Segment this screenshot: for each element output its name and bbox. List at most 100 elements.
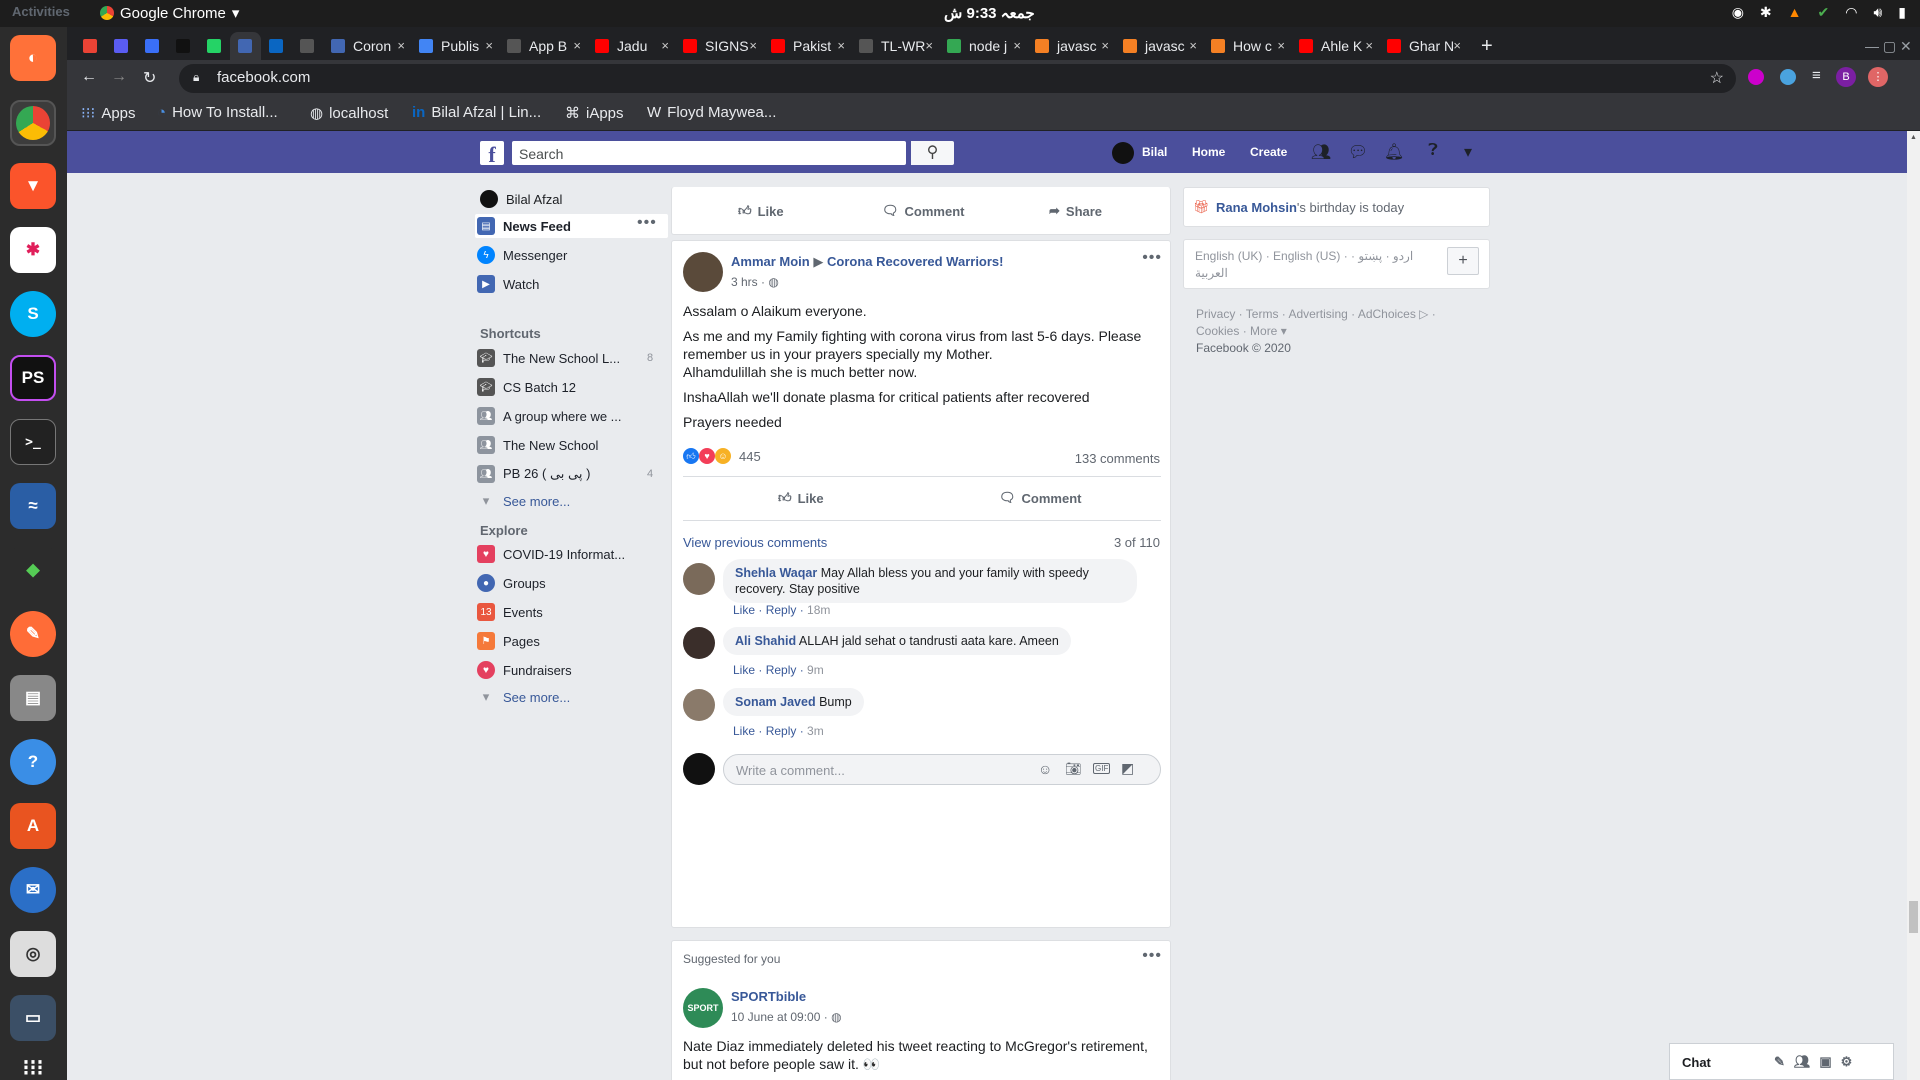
brave-icon[interactable]: ▼ [10,163,56,209]
search-icon[interactable]: ⚲ [911,141,954,165]
commenter-avatar[interactable] [683,563,715,595]
bookmark-floyd[interactable]: W Floyd Maywea... [647,104,776,121]
camera-icon[interactable]: 📷︎ [1065,761,1082,777]
sticker-icon[interactable]: ◩ [1121,760,1134,777]
chat-tools-icons[interactable]: ✎👥︎▣⚙ [1774,1054,1861,1070]
post-options-icon[interactable]: ••• [1142,947,1162,965]
friend-requests-icon[interactable]: 👥︎ [1310,142,1332,164]
share-button[interactable]: ➦ Share [1049,203,1102,219]
like-button[interactable]: 👍︎ Like [738,203,784,219]
comment-time[interactable]: 18m [807,603,830,617]
nav-avatar[interactable] [1112,142,1134,164]
reactions-summary[interactable]: 👍︎ ♥ ☺ 445 [683,448,761,464]
close-tab-icon[interactable]: × [485,38,493,53]
close-tab-icon[interactable]: × [1101,38,1109,53]
language-list[interactable]: English (UK) · English (US) · اردو · پښت… [1195,248,1435,282]
app-menu[interactable]: Google Chrome ▾ [100,4,239,22]
comment-time[interactable]: 9m [807,663,824,677]
robo3t-icon[interactable]: ◆ [10,547,56,593]
post-time[interactable]: 3 hrs · ◍ [731,275,779,289]
rhythmbox-icon[interactable]: ◎ [10,931,56,977]
gif-icon[interactable]: GIF [1093,763,1111,774]
files-icon[interactable]: ▤ [10,675,56,721]
commenter-avatar[interactable] [683,689,715,721]
browser-tab[interactable] [75,32,106,60]
back-icon[interactable]: ← [81,68,97,86]
forward-icon[interactable]: → [111,68,127,86]
comment-time[interactable]: 3m [807,724,824,738]
search-input[interactable]: Search [512,141,906,165]
close-tab-icon[interactable]: × [573,38,581,53]
nav-home[interactable]: Home [1192,145,1225,159]
show-apps-icon[interactable]: ⁝⁝⁝ [10,1045,56,1080]
extension-icon[interactable] [1748,69,1764,85]
page-name[interactable]: SPORTbible [731,989,806,1004]
system-tray[interactable]: ◉ ✱ ▲ ✔ ◠ 🔊︎ ▮ [1732,4,1906,21]
add-language-button[interactable]: + [1447,247,1479,275]
browser-tab[interactable]: TL-WR × [851,32,939,60]
scrollbar-thumb[interactable] [1909,901,1918,933]
close-tab-icon[interactable]: × [837,38,845,53]
clock[interactable]: جمعہ 9:33 ش [944,4,1035,22]
firefox-icon[interactable]: ◐ [10,35,56,81]
chat-bar[interactable]: Chat ✎👥︎▣⚙ [1669,1043,1894,1080]
browser-tab[interactable] [168,32,199,60]
reload-icon[interactable]: ↻ [143,68,156,88]
scroll-up-icon[interactable]: ▲ [1910,134,1917,141]
screenshot-icon[interactable]: ▭ [10,995,56,1041]
mysql-workbench-icon[interactable]: ≈ [10,483,56,529]
menu-icon[interactable]: ⋮ [1868,67,1888,87]
like-button[interactable]: 👍︎ Like [778,490,824,506]
author-name[interactable]: Ammar Moin [731,254,810,269]
browser-tab[interactable]: Publis × [411,32,499,60]
window-controls[interactable]: — ▢ ✕ [1857,32,1917,60]
close-tab-icon[interactable]: × [1189,38,1197,53]
chrome-icon[interactable] [10,100,56,146]
page-scrollbar[interactable]: ▲ [1907,131,1920,1080]
help-icon[interactable]: ? [10,739,56,785]
commenter-name[interactable]: Shehla Waqar [735,566,817,580]
close-tab-icon[interactable]: × [1277,38,1285,53]
nav-create[interactable]: Create [1250,145,1287,159]
bookmark-iapps[interactable]: ⌘ iApps [565,104,624,123]
commenter-name[interactable]: Ali Shahid [735,634,796,648]
comment-reply-link[interactable]: Reply [766,663,797,677]
terminal-icon[interactable]: >_ [10,419,56,465]
software-center-icon[interactable]: A [10,803,56,849]
more-icon[interactable]: ••• [637,214,657,232]
extension2-icon[interactable] [1780,69,1796,85]
browser-tab[interactable]: node j × [939,32,1027,60]
close-tab-icon[interactable]: × [661,38,669,53]
phpstorm-icon[interactable]: PS [10,355,56,401]
comment-reply-link[interactable]: Reply [766,724,797,738]
profile-avatar[interactable]: B [1836,67,1856,87]
profile-link[interactable]: Bilal Afzal [506,192,562,207]
comments-count[interactable]: 133 comments [1075,451,1160,466]
bookmark-localhost[interactable]: ◍ localhost [310,104,388,123]
browser-tab[interactable]: How c × [1203,32,1291,60]
browser-tab[interactable]: Ahle K × [1291,32,1379,60]
close-tab-icon[interactable]: × [1365,38,1373,53]
view-previous-comments[interactable]: View previous comments [683,535,827,550]
media-control-icon[interactable]: ≡ [1812,67,1821,84]
new-tab-icon[interactable]: + [1473,32,1497,60]
browser-tab[interactable]: javasc × [1027,32,1115,60]
comment-button[interactable]: 🗨︎ Comment [882,203,964,219]
postman-icon[interactable]: ✎ [10,611,56,657]
browser-tab[interactable] [106,32,137,60]
nav-profile[interactable]: Bilal [1142,145,1167,159]
browser-tab[interactable] [199,32,230,60]
comment-like-link[interactable]: Like [733,603,755,617]
slack-icon[interactable]: ✱ [10,227,56,273]
messenger-icon[interactable]: 💬︎ [1347,142,1369,164]
browser-tab[interactable] [137,32,168,60]
activities-button[interactable]: Activities [12,4,70,19]
sportbible-logo[interactable]: SPORT [683,988,723,1028]
close-tab-icon[interactable]: × [397,38,405,53]
close-tab-icon[interactable]: × [1013,38,1021,53]
facebook-logo[interactable]: f [480,141,504,167]
avatar[interactable] [480,190,498,208]
browser-tab[interactable] [261,32,292,60]
footer-links[interactable]: Privacy · Terms · Advertising · AdChoice… [1196,306,1436,357]
browser-tab[interactable]: javasc × [1115,32,1203,60]
